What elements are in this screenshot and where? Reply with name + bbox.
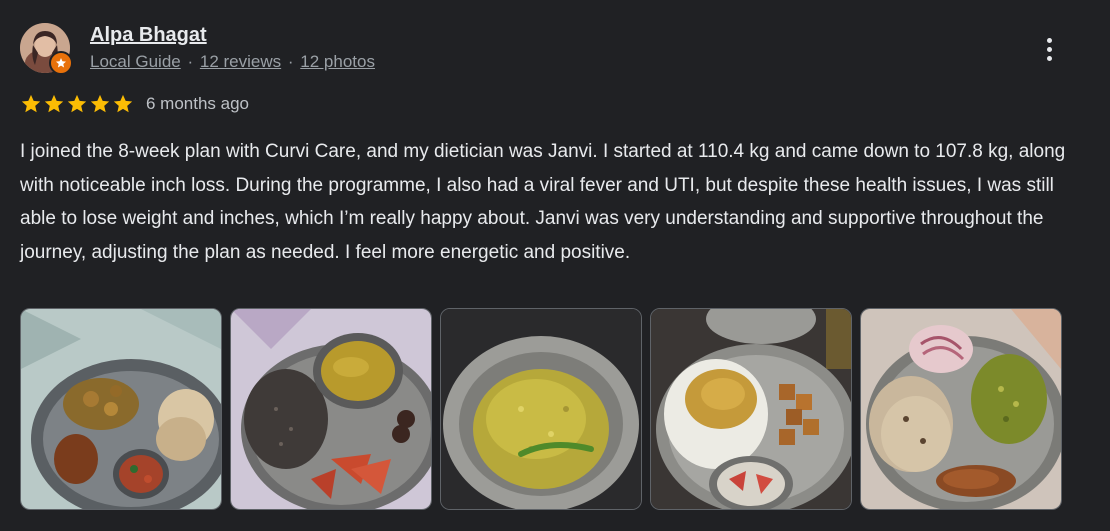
more-vert-icon[interactable] <box>1036 32 1062 66</box>
meta-separator: · <box>287 52 294 71</box>
review-text: I joined the 8-week plan with Curvi Care… <box>20 141 1066 263</box>
food-photo-image <box>651 309 851 509</box>
reviewer-name[interactable]: Alpa Bhagat <box>90 24 207 47</box>
avatar[interactable] <box>20 23 73 75</box>
star-icon <box>113 94 133 113</box>
star-icon <box>90 94 110 113</box>
local-guide-badge-icon <box>49 51 73 75</box>
food-photo-image <box>861 309 1061 509</box>
star-rating <box>20 93 134 115</box>
more-dot <box>1046 37 1052 43</box>
more-dot <box>1046 46 1052 52</box>
reviews-count-link[interactable]: 12 reviews <box>200 52 281 71</box>
review-photo[interactable] <box>230 308 432 510</box>
local-guide-link[interactable]: Local Guide <box>90 52 181 71</box>
food-photo-image <box>231 309 431 509</box>
review-time: 6 months ago <box>146 94 250 113</box>
review-photo[interactable] <box>20 308 222 510</box>
review-photo[interactable] <box>860 308 1062 510</box>
food-photo-image <box>441 309 641 509</box>
meta-separator: · <box>187 52 194 71</box>
review-photos <box>20 308 1062 510</box>
review-photo[interactable] <box>650 308 852 510</box>
star-icon <box>21 94 41 113</box>
reviewer-meta: Local Guide · 12 reviews · 12 photos <box>90 52 375 72</box>
rating-row: 6 months ago <box>20 93 249 115</box>
food-photo-image <box>21 309 221 509</box>
review-photo[interactable] <box>440 308 642 510</box>
star-icon <box>44 94 64 113</box>
photos-count-link[interactable]: 12 photos <box>300 52 375 71</box>
more-dot <box>1046 55 1052 61</box>
star-icon <box>67 94 87 113</box>
